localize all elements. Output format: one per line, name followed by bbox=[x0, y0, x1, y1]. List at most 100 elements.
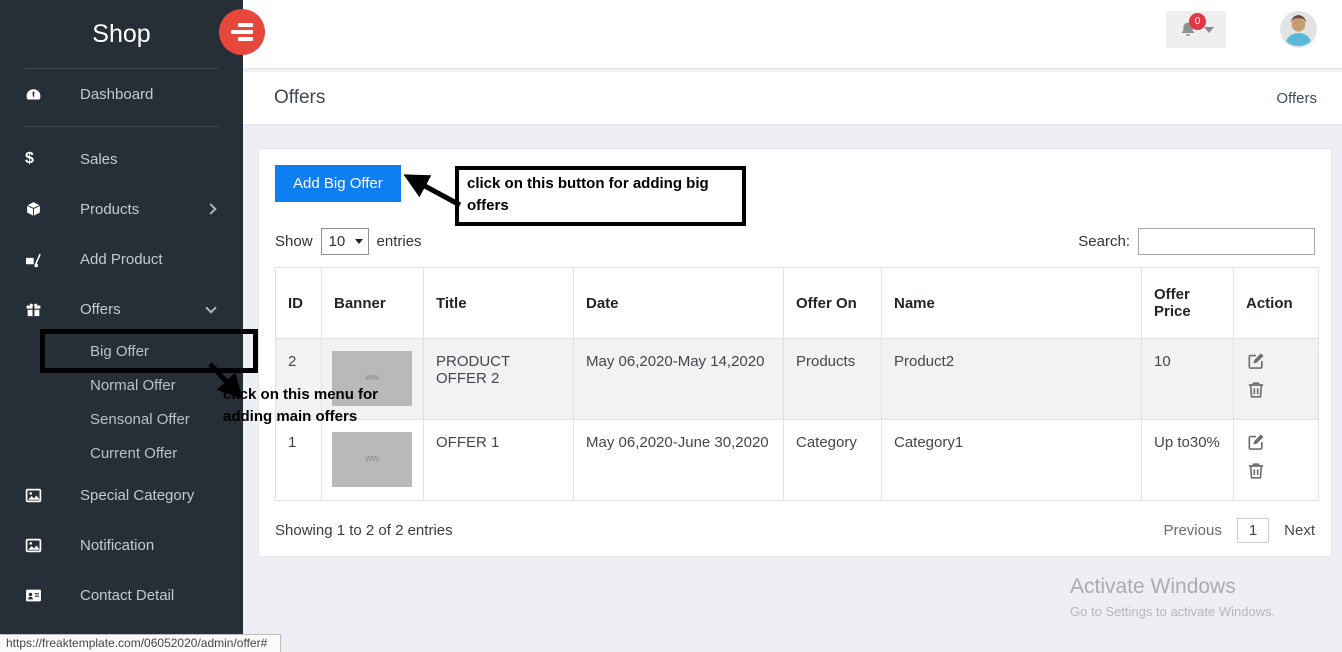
cell-action bbox=[1234, 339, 1319, 420]
gauge-icon bbox=[25, 86, 42, 103]
header-id[interactable]: ID bbox=[276, 268, 322, 339]
sidebar-item-label: Notification bbox=[80, 537, 154, 554]
breadcrumb: Offers Offers bbox=[243, 72, 1342, 125]
page-title: Offers bbox=[274, 87, 325, 109]
brand-title: Shop bbox=[92, 20, 150, 49]
activate-windows-watermark: Activate Windows Go to Settings to activ… bbox=[1070, 575, 1275, 619]
cell-title: PRODUCT OFFER 2 bbox=[424, 339, 574, 420]
sidebar-item-notification[interactable]: Notification bbox=[0, 520, 243, 570]
cell-id: 1 bbox=[276, 420, 322, 501]
sidebar-item-label: Offers bbox=[80, 301, 121, 318]
show-label: Show bbox=[275, 233, 313, 250]
chevron-right-icon bbox=[205, 203, 216, 214]
header-banner[interactable]: Banner bbox=[322, 268, 424, 339]
caret-down-icon bbox=[355, 239, 363, 244]
table-controls: Show 10 entries Search: bbox=[275, 228, 1315, 255]
edit-icon bbox=[1246, 351, 1266, 371]
caret-down-icon bbox=[1204, 27, 1214, 33]
page-size-control: Show 10 entries bbox=[275, 228, 422, 255]
sidebar: Shop Dashboard $ Sales Products Add Prod… bbox=[0, 0, 243, 652]
sidebar-item-sales[interactable]: $ Sales bbox=[0, 134, 243, 184]
search-control: Search: bbox=[1078, 228, 1315, 255]
delete-button[interactable] bbox=[1246, 461, 1266, 484]
page-size-select[interactable]: 10 bbox=[321, 228, 369, 255]
sidebar-item-special-category[interactable]: Special Category bbox=[0, 470, 243, 520]
annotation-box-button: click on this button for adding big offe… bbox=[455, 166, 746, 226]
annotation-text-menu: click on this menu for adding main offer… bbox=[223, 384, 403, 428]
contact-card-icon bbox=[25, 587, 42, 604]
gift-icon bbox=[25, 301, 42, 318]
sidebar-subitem-sensonal-offer[interactable]: Sensonal Offer bbox=[0, 402, 243, 436]
cell-title: OFFER 1 bbox=[424, 420, 574, 501]
entries-label: entries bbox=[377, 233, 422, 250]
banner-image: WIN bbox=[332, 432, 412, 487]
table-row: 1 WIN OFFER 1 May 06,2020-June 30,2020 C… bbox=[276, 420, 1319, 501]
page-size-value: 10 bbox=[329, 233, 346, 250]
menu-icon bbox=[231, 23, 253, 41]
cell-name: Product2 bbox=[882, 339, 1142, 420]
offers-panel: Add Big Offer Show 10 entries Search: bbox=[258, 148, 1332, 557]
trash-icon bbox=[1246, 461, 1266, 481]
search-label: Search: bbox=[1078, 233, 1130, 250]
sidebar-item-dashboard[interactable]: Dashboard bbox=[0, 69, 243, 119]
notifications-button[interactable]: 0 bbox=[1166, 11, 1226, 48]
sidebar-subitem-normal-offer[interactable]: Normal Offer bbox=[0, 368, 243, 402]
cell-offer-on: Category bbox=[784, 420, 882, 501]
offers-table: ID Banner Title Date Offer On Name Offer… bbox=[275, 267, 1319, 501]
edit-button[interactable] bbox=[1246, 432, 1266, 455]
sidebar-item-offers[interactable]: Offers bbox=[0, 284, 243, 334]
cell-date: May 06,2020-June 30,2020 bbox=[574, 420, 784, 501]
topbar: 0 bbox=[243, 0, 1342, 69]
pagination-page-1[interactable]: 1 bbox=[1237, 518, 1269, 543]
sidebar-item-label: Contact Detail bbox=[80, 587, 174, 604]
chevron-down-icon bbox=[205, 302, 216, 313]
cell-name: Category1 bbox=[882, 420, 1142, 501]
annotation-text-button: click on this button for adding big offe… bbox=[467, 175, 709, 214]
sidebar-item-add-product[interactable]: Add Product bbox=[0, 234, 243, 284]
sidebar-item-label: Sales bbox=[80, 151, 118, 168]
dolly-icon bbox=[25, 251, 42, 268]
cell-date: May 06,2020-May 14,2020 bbox=[574, 339, 784, 420]
entries-summary: Showing 1 to 2 of 2 entries bbox=[275, 522, 453, 539]
user-avatar[interactable] bbox=[1280, 11, 1317, 48]
cell-offer-on: Products bbox=[784, 339, 882, 420]
sidebar-item-contact-detail[interactable]: Contact Detail bbox=[0, 570, 243, 620]
table-row: 2 WIN PRODUCT OFFER 2 May 06,2020-May 14… bbox=[276, 339, 1319, 420]
pagination-previous[interactable]: Previous bbox=[1163, 522, 1221, 539]
sidebar-item-label: Dashboard bbox=[80, 86, 153, 103]
header-date[interactable]: Date bbox=[574, 268, 784, 339]
sidebar-item-label: Add Product bbox=[80, 251, 163, 268]
cell-banner: WIN bbox=[322, 420, 424, 501]
dollar-icon: $ bbox=[25, 150, 42, 168]
bell-icon: 0 bbox=[1178, 20, 1198, 40]
delete-button[interactable] bbox=[1246, 380, 1266, 403]
sidebar-toggle-button[interactable] bbox=[219, 9, 265, 55]
search-input[interactable] bbox=[1138, 228, 1315, 255]
sidebar-item-label: Products bbox=[80, 201, 139, 218]
add-big-offer-button[interactable]: Add Big Offer bbox=[275, 165, 401, 202]
cube-icon bbox=[25, 201, 42, 218]
sidebar-item-label: Special Category bbox=[80, 487, 194, 504]
cell-action bbox=[1234, 420, 1319, 501]
sidebar-subitem-current-offer[interactable]: Current Offer bbox=[0, 436, 243, 470]
status-url: https://freaktemplate.com/06052020/admin… bbox=[0, 634, 281, 652]
breadcrumb-link[interactable]: Offers bbox=[1276, 90, 1317, 107]
table-footer: Showing 1 to 2 of 2 entries Previous 1 N… bbox=[275, 518, 1315, 543]
header-title[interactable]: Title bbox=[424, 268, 574, 339]
header-name[interactable]: Name bbox=[882, 268, 1142, 339]
sidebar-item-products[interactable]: Products bbox=[0, 184, 243, 234]
edit-button[interactable] bbox=[1246, 351, 1266, 374]
cell-price: 10 bbox=[1142, 339, 1234, 420]
annotation-box-menu bbox=[40, 329, 258, 373]
edit-icon bbox=[1246, 432, 1266, 452]
divider bbox=[25, 126, 218, 127]
pagination: Previous 1 Next bbox=[1163, 518, 1315, 543]
header-action[interactable]: Action bbox=[1234, 268, 1319, 339]
pagination-next[interactable]: Next bbox=[1284, 522, 1315, 539]
image-icon bbox=[25, 537, 42, 554]
table-header-row: ID Banner Title Date Offer On Name Offer… bbox=[276, 268, 1319, 339]
image-icon bbox=[25, 487, 42, 504]
header-offer-on[interactable]: Offer On bbox=[784, 268, 882, 339]
header-offer-price[interactable]: Offer Price bbox=[1142, 268, 1234, 339]
cell-price: Up to30% bbox=[1142, 420, 1234, 501]
